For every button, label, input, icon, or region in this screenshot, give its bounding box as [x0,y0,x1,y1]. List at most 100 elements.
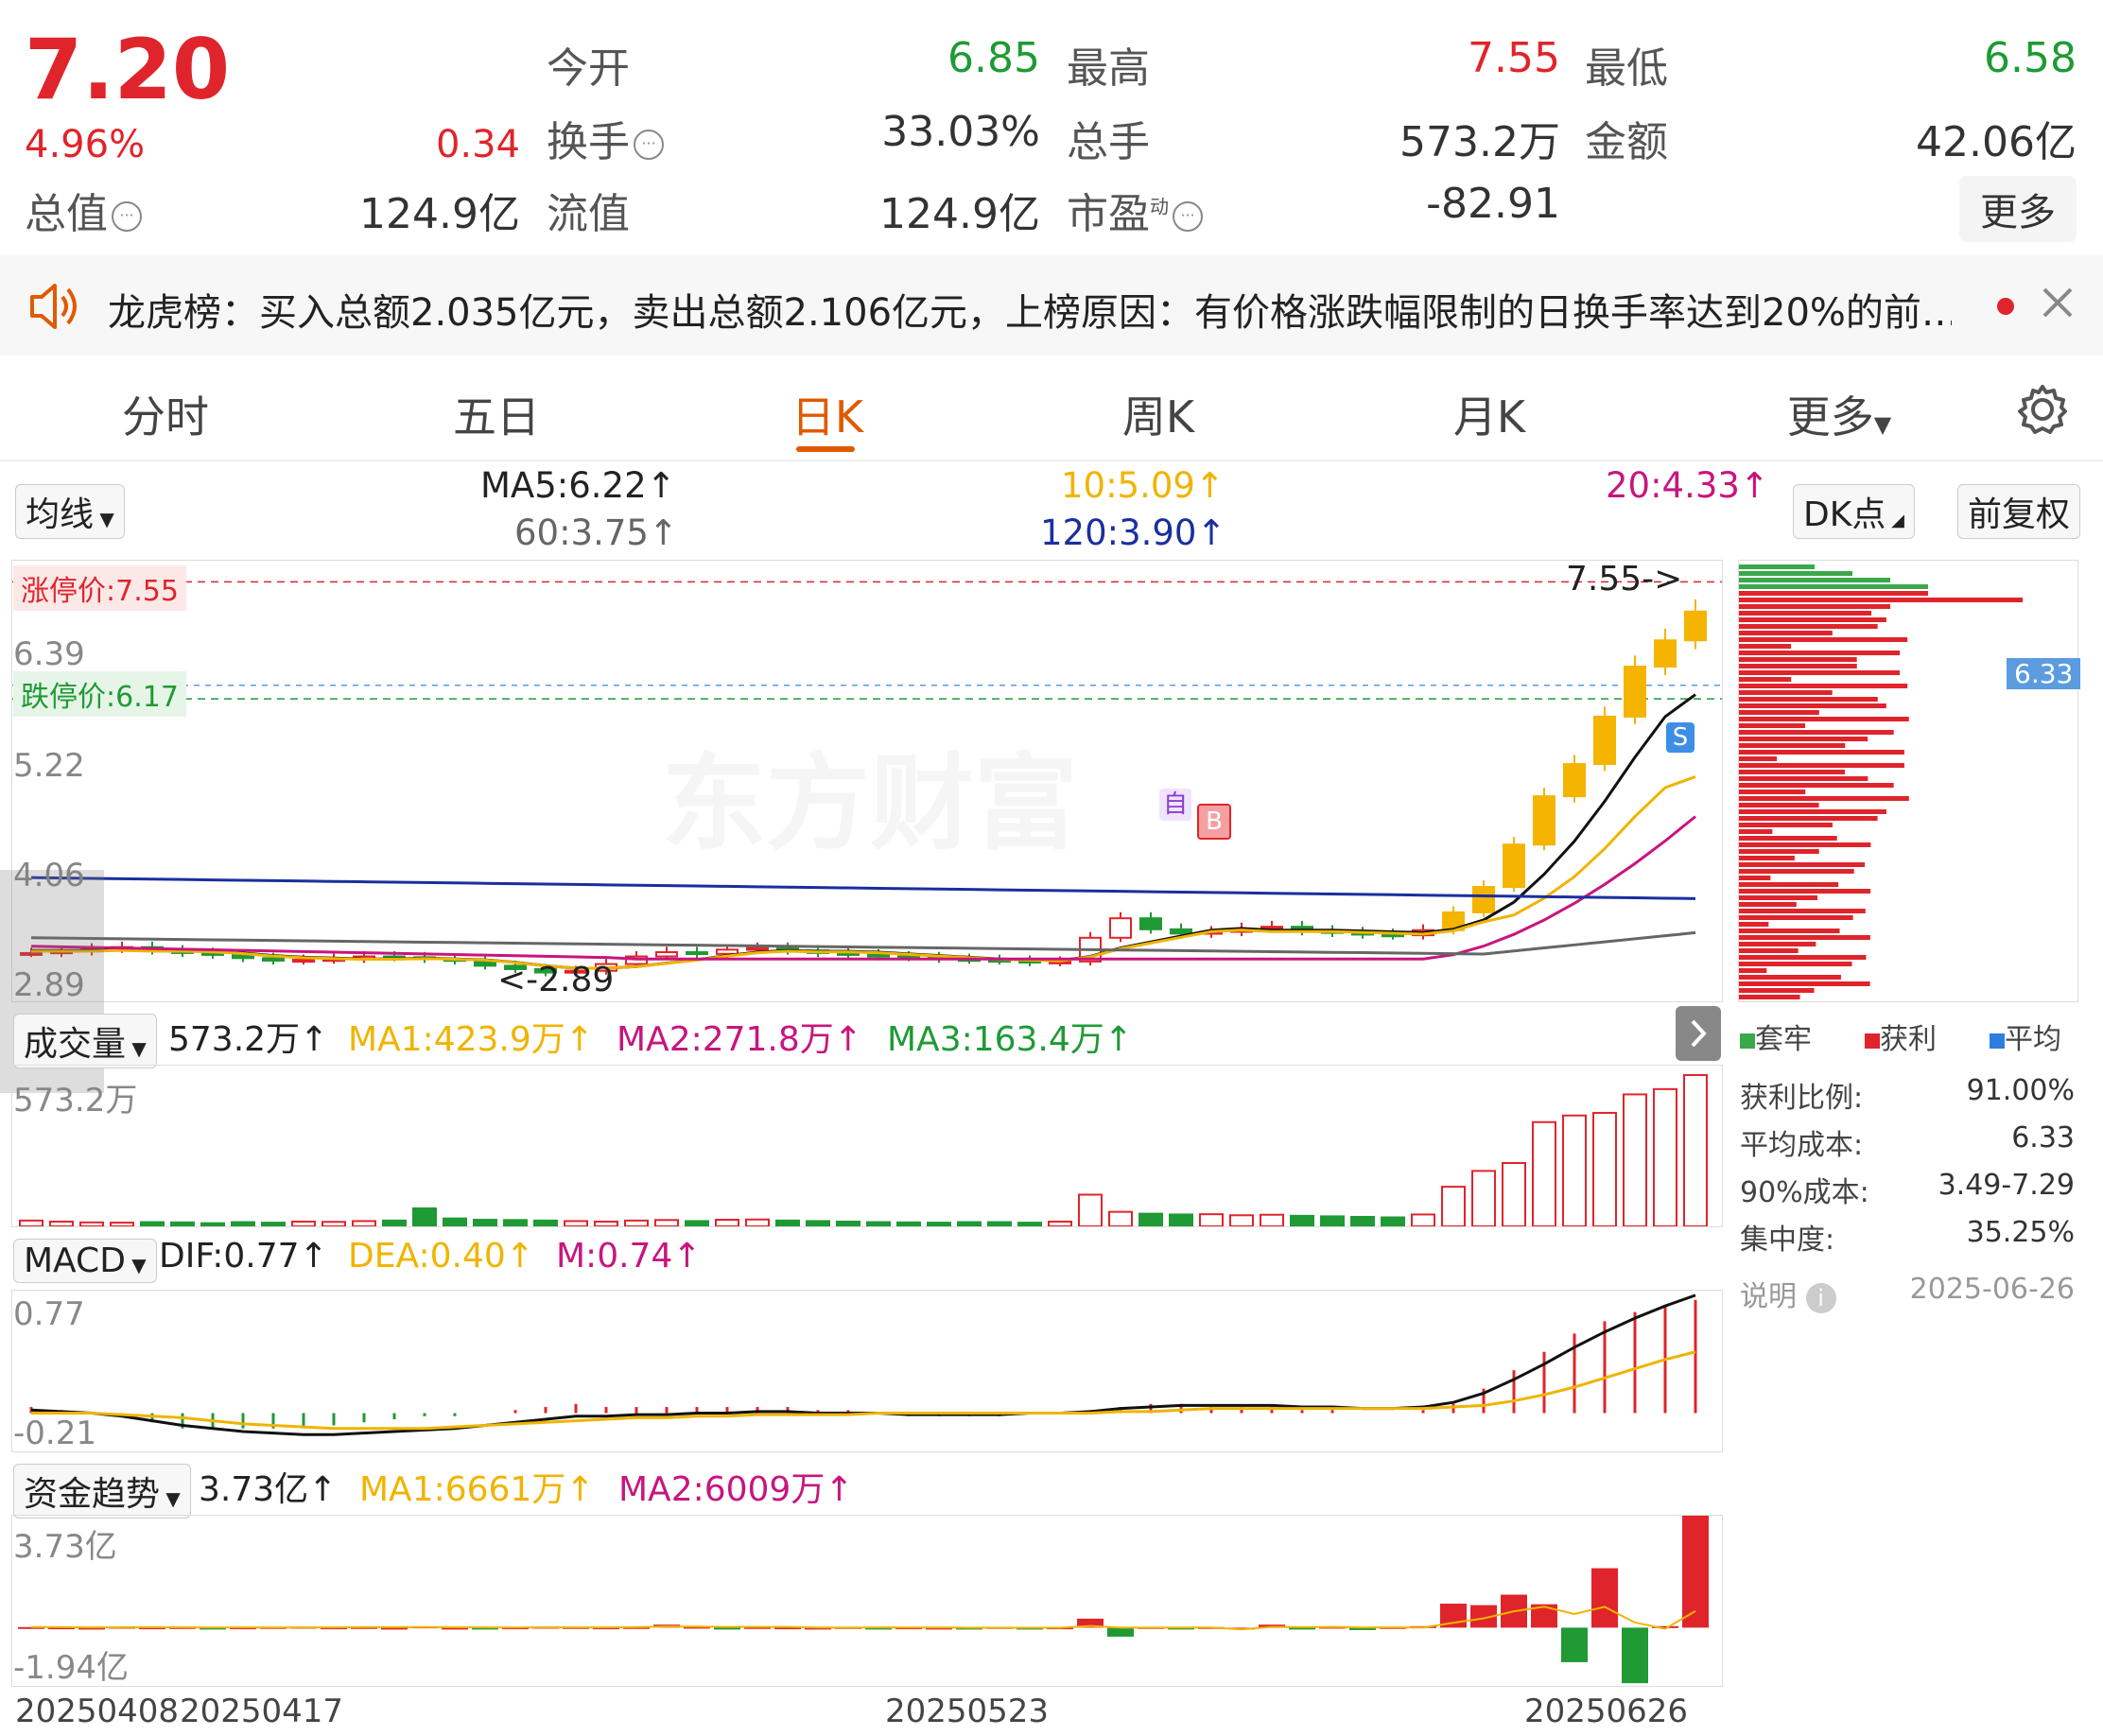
chip-bar [1739,717,1909,721]
chip-bar [1739,948,1799,953]
tab-intraday[interactable]: 分时 [85,383,246,445]
info-dots-icon[interactable]: ··· [1173,201,1203,232]
chip-note[interactable]: 说明 i [1740,1273,1836,1314]
tab-weekly-k[interactable]: 周K [1078,383,1239,445]
buy-marker[interactable]: B [1197,804,1231,840]
volume-bar [1320,1215,1345,1226]
more-quote-button[interactable]: 更多 [1959,176,2077,242]
volume-bar [1471,1170,1496,1226]
volume-selector[interactable]: 成交量 ▼ [13,1014,157,1068]
chip-bar [1739,710,1819,715]
turnover-label[interactable]: 换手 ··· [547,108,664,168]
volume-bar [1532,1120,1556,1226]
ma-selector[interactable]: 均线 ▼ [15,484,125,539]
dk-point-label: DK点 [1803,495,1886,534]
volume-bar [322,1221,346,1226]
fund-bar [1682,1516,1709,1628]
chip-bar [1739,684,1908,688]
candle-body [262,957,285,962]
adjust-toggle[interactable]: 前复权 [1957,484,2081,539]
info-dots-icon[interactable]: ··· [112,201,142,232]
volume-chart[interactable] [11,1065,1723,1227]
macd-chart[interactable] [11,1290,1723,1452]
chip-bar [1739,571,1852,576]
volume-bar [291,1220,316,1226]
chevron-right-icon [1691,1019,1707,1048]
tab-more[interactable]: 更多▼ [1759,383,1920,445]
chip-bar [1739,922,1769,927]
volume-bar [49,1220,74,1226]
gear-icon[interactable] [2016,383,2069,440]
volume-bar [1653,1087,1677,1226]
volume-bar [110,1222,134,1226]
fund-ma1: MA1:6661万↑ [359,1470,595,1509]
volume-value: 573.2万 [1399,118,1560,166]
legend-swatch-blue [1990,1033,2005,1049]
volume-bar [503,1219,528,1226]
macd-dea: DEA:0.40↑ [348,1237,534,1276]
chip-bar [1739,849,1819,854]
date-label-1: 20250408 [15,1693,180,1730]
notice-text[interactable]: 龙虎榜：买入总额2.035亿元，卖出总额2.106亿元，上榜原因：有价格涨跌幅限… [108,282,1952,337]
chip-bar [1739,703,1886,708]
macd-m: M:0.74↑ [556,1237,702,1276]
chip-bar [1739,829,1773,834]
fund-chart[interactable] [11,1515,1723,1687]
volume-bar [1169,1213,1193,1226]
tab-five-day[interactable]: 五日 [416,383,577,445]
amount-label: 金额 [1585,118,1668,166]
dea-line [31,1350,1696,1431]
pe-dynamic-sup: 动 [1150,195,1169,218]
tab-monthly-k[interactable]: 月K [1409,383,1570,445]
limit-down-tag: 跌停价:6.17 [13,671,186,717]
candle-body [1139,917,1162,930]
chip-bar [1739,836,1837,841]
legend-trapped-label: 套牢 [1755,1023,1812,1056]
macd-selector[interactable]: MACD ▼ [13,1239,157,1283]
fund-selector[interactable]: 资金趋势 ▼ [13,1464,191,1519]
legend-profit-label: 获利 [1880,1023,1937,1056]
y-tick-2: 5.22 [13,747,85,785]
volume-bar [1502,1162,1526,1226]
volume-bar [1138,1212,1163,1226]
candle-body [1624,666,1646,718]
chip-bar [1739,842,1871,847]
limit-up-tag: 涨停价:7.55 [13,565,186,611]
chip-distribution[interactable] [1738,560,2078,1002]
expand-panel-button[interactable] [1676,1006,1721,1061]
volume-bar [140,1221,165,1226]
caret-down-icon: ▼ [160,1487,181,1510]
chip-bar [1739,809,1886,814]
chip-bar [1739,637,1908,642]
volume-bar [1350,1215,1375,1226]
info-icon[interactable]: i [1805,1283,1836,1313]
volume-bar [382,1219,407,1226]
volume-bar [654,1219,679,1226]
self-select-marker[interactable]: 自 [1159,789,1191,821]
macd-dif: DIF:0.77↑ [159,1237,328,1276]
legend-swatch-red [1865,1033,1880,1049]
info-dots-icon[interactable]: ··· [634,130,664,160]
pe-label[interactable]: 市盈动 ··· [1067,180,1203,240]
low-value: 6.58 [1984,34,2077,82]
close-icon[interactable] [2039,284,2077,325]
candle-body [1170,928,1192,935]
chip-bar [1739,644,1792,649]
total-value: 124.9亿 [359,190,520,238]
open-value: 6.85 [947,34,1040,82]
volume-bar [352,1220,376,1226]
total-value-label[interactable]: 总值 ··· [25,180,142,240]
sell-marker[interactable]: S [1666,722,1695,753]
candle-body [1684,610,1707,642]
chip-bar [1739,670,1901,675]
dk-point-toggle[interactable]: DK点 ◢ [1793,484,1915,539]
chip-bar [1739,929,1840,933]
chip-bar [1739,889,1871,894]
tab-daily-k[interactable]: 日K [747,383,908,445]
high-value: 7.55 [1468,34,1560,82]
low-marker: <-2.89 [497,961,615,999]
concentration-label: 集中度: [1740,1224,1835,1257]
total-value-text: 总值 [25,190,108,238]
chip-bar [1739,564,1815,569]
corner-arrow-icon: ◢ [1886,511,1904,530]
